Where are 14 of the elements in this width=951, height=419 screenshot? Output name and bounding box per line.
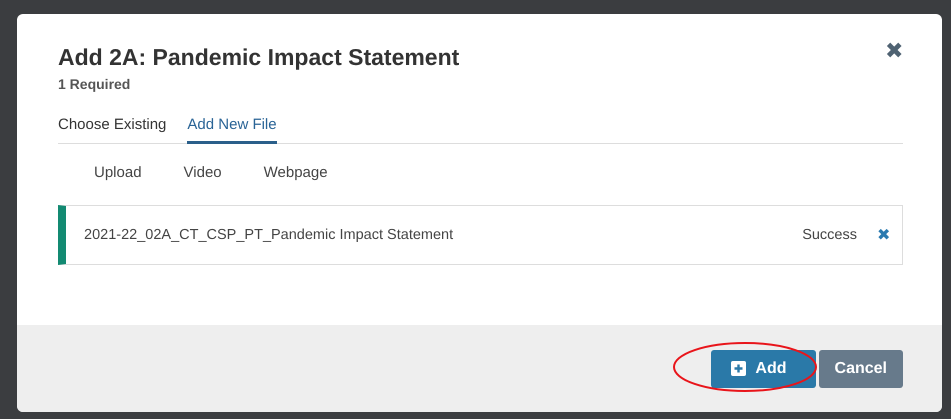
source-option[interactable]: Video: [184, 164, 222, 181]
add-button[interactable]: Add: [711, 350, 816, 388]
source-option[interactable]: Webpage: [264, 164, 328, 181]
plus-icon: [731, 361, 746, 376]
source-option[interactable]: Upload: [94, 164, 142, 181]
remove-button[interactable]: ✖: [877, 225, 890, 245]
tab[interactable]: Add New File: [187, 116, 277, 144]
file-name: 2021-22_02A_CT_CSP_PT_Pandemic Impact Statement: [84, 227, 454, 243]
close-button[interactable]: ✖: [885, 38, 903, 64]
cancel-button[interactable]: Cancel: [818, 350, 903, 388]
tab[interactable]: Choose Existing: [58, 116, 166, 144]
upload-status: Success: [802, 227, 857, 243]
dialog-title: Add 2A: Pandemic Impact Statement: [58, 44, 460, 71]
required-count: 1 Required: [58, 76, 132, 92]
